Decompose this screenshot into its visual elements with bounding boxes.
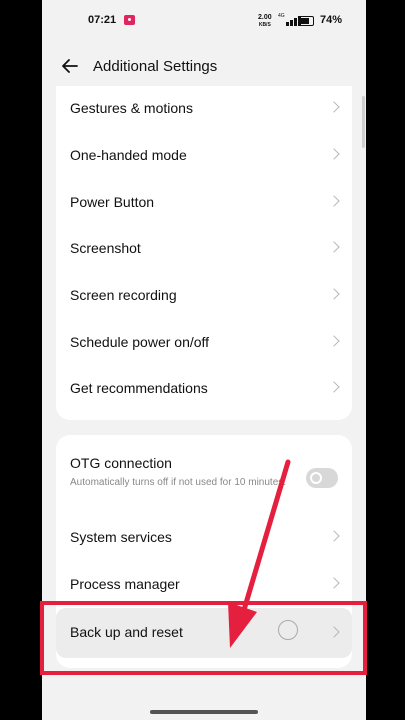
notification-icon: [124, 15, 135, 25]
page-title: Additional Settings: [93, 58, 218, 75]
row-schedule-power[interactable]: Schedule power on/off: [56, 320, 352, 367]
row-get-recommendations[interactable]: Get recommendations: [56, 366, 352, 413]
chevron-right-icon: [328, 577, 340, 589]
chevron-right-icon: [328, 101, 340, 113]
highlight-box: [40, 601, 367, 675]
network-type: 4G: [278, 13, 285, 19]
battery-icon: [298, 16, 314, 26]
row-label: Power Button: [70, 194, 155, 210]
row-gestures-motions[interactable]: Gestures & motions: [56, 86, 352, 133]
status-bar: 07:21 2.00 KB/S 4G 74%: [42, 0, 366, 40]
chevron-right-icon: [328, 530, 340, 542]
chevron-right-icon: [328, 335, 340, 347]
scrollbar[interactable]: [362, 96, 365, 148]
network-speed: 2.00 KB/S: [258, 14, 272, 29]
row-screen-recording[interactable]: Screen recording: [56, 273, 352, 320]
signal-icon: 4G: [278, 13, 301, 26]
row-system-services[interactable]: System services: [56, 515, 352, 562]
home-indicator[interactable]: [150, 710, 258, 714]
row-otg-connection[interactable]: OTG connection Automatically turns off i…: [56, 435, 352, 507]
row-label: Screenshot: [70, 240, 141, 256]
row-label: Get recommendations: [70, 380, 208, 396]
row-label: Gestures & motions: [70, 100, 193, 116]
speed-unit: KB/S: [258, 22, 271, 28]
arrow-left-icon[interactable]: [60, 56, 80, 76]
battery-percent: 74%: [320, 14, 343, 26]
chevron-right-icon: [328, 241, 340, 253]
row-label: Schedule power on/off: [70, 334, 210, 350]
row-label: Screen recording: [70, 287, 177, 303]
row-power-button[interactable]: Power Button: [56, 180, 352, 227]
row-label: Process manager: [70, 576, 180, 592]
chevron-right-icon: [328, 148, 340, 160]
row-label: System services: [70, 529, 172, 545]
chevron-right-icon: [328, 381, 340, 393]
otg-toggle[interactable]: [306, 468, 338, 488]
row-label: OTG connection: [70, 455, 172, 471]
row-description: Automatically turns off if not used for …: [70, 477, 287, 488]
app-header: Additional Settings: [42, 44, 366, 88]
chevron-right-icon: [328, 288, 340, 300]
status-time: 07:21: [88, 14, 117, 26]
row-one-handed-mode[interactable]: One-handed mode: [56, 133, 352, 180]
settings-card-1: Gestures & motions One-handed mode Power…: [56, 86, 352, 420]
chevron-right-icon: [328, 195, 340, 207]
row-screenshot[interactable]: Screenshot: [56, 226, 352, 273]
row-label: One-handed mode: [70, 147, 187, 163]
speed-value: 2.00: [258, 14, 272, 21]
